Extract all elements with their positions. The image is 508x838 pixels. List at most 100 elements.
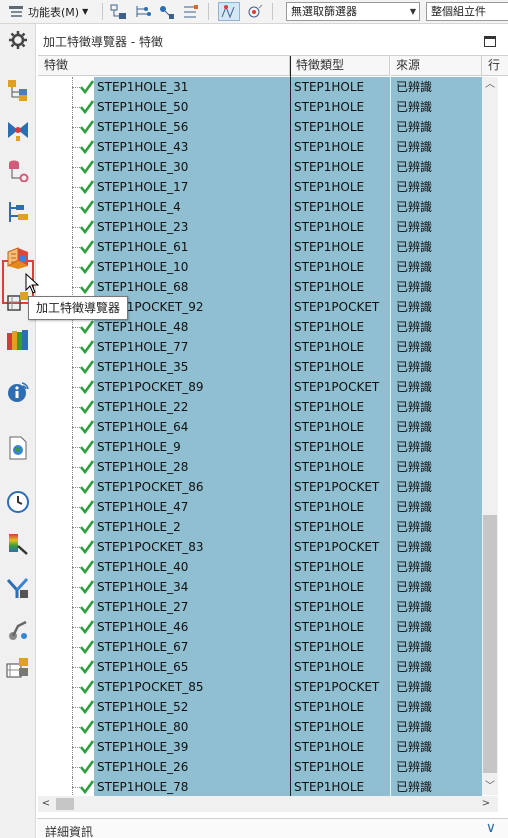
feature-name: STEP1HOLE_17 bbox=[97, 180, 189, 194]
vertical-scroll-thumb[interactable] bbox=[483, 515, 497, 773]
table-row[interactable]: STEP1HOLE_27 STEP1HOLE 已辨識 bbox=[38, 597, 482, 617]
maximize-icon[interactable] bbox=[484, 36, 496, 47]
table-row[interactable]: STEP1POCKET_85 STEP1POCKET 已辨識 bbox=[38, 677, 482, 697]
feature-type: STEP1HOLE bbox=[294, 220, 365, 234]
table-row[interactable]: STEP1HOLE_17 STEP1HOLE 已辨識 bbox=[38, 177, 482, 197]
selection-scope-select[interactable]: 整個組立件 bbox=[426, 2, 508, 21]
table-row[interactable]: STEP1HOLE_43 STEP1HOLE 已辨識 bbox=[38, 137, 482, 157]
table-row[interactable]: STEP1HOLE_61 STEP1HOLE 已辨識 bbox=[38, 237, 482, 257]
role-icon[interactable] bbox=[6, 328, 30, 352]
assembly-navigator-icon[interactable] bbox=[6, 78, 30, 102]
menu-icon[interactable] bbox=[4, 2, 28, 21]
feature-source: 已辨識 bbox=[396, 600, 433, 614]
table-row[interactable]: STEP1HOLE_30 STEP1HOLE 已辨識 bbox=[38, 157, 482, 177]
table-row[interactable]: STEP1HOLE_80 STEP1HOLE 已辨識 bbox=[38, 717, 482, 737]
table-row[interactable]: STEP1HOLE_2 STEP1HOLE 已辨識 bbox=[38, 517, 482, 537]
select-node-icon[interactable] bbox=[156, 2, 178, 21]
scroll-up-icon[interactable]: ︿ bbox=[482, 77, 498, 93]
table-row[interactable]: STEP1HOLE_34 STEP1HOLE 已辨識 bbox=[38, 577, 482, 597]
table-row[interactable]: STEP1POCKET_86 STEP1POCKET 已辨識 bbox=[38, 477, 482, 497]
table-row[interactable]: STEP1HOLE_64 STEP1HOLE 已辨識 bbox=[38, 417, 482, 437]
scroll-left-icon[interactable]: < bbox=[38, 796, 54, 812]
table-row[interactable]: STEP1POCKET_83 STEP1POCKET 已辨識 bbox=[38, 537, 482, 557]
palette-icon[interactable] bbox=[6, 532, 30, 556]
feature-name: STEP1HOLE_35 bbox=[97, 360, 189, 374]
chevron-down-icon[interactable]: ∨ bbox=[486, 820, 496, 836]
table-row[interactable]: STEP1HOLE_35 STEP1HOLE 已辨識 bbox=[38, 357, 482, 377]
select-tree-icon[interactable] bbox=[132, 2, 154, 21]
table-row[interactable]: STEP1HOLE_28 STEP1HOLE 已辨識 bbox=[38, 457, 482, 477]
reuse-library-icon[interactable] bbox=[6, 200, 30, 224]
column-divider bbox=[390, 56, 391, 796]
scroll-right-icon[interactable]: > bbox=[478, 796, 494, 812]
table-row[interactable]: STEP1HOLE_10 STEP1HOLE 已辨識 bbox=[38, 257, 482, 277]
constraint-navigator-icon[interactable] bbox=[6, 118, 30, 142]
feature-source: 已辨識 bbox=[396, 220, 433, 234]
select-component-icon[interactable] bbox=[108, 2, 130, 21]
table-row[interactable]: STEP1HOLE_50 STEP1HOLE 已辨識 bbox=[38, 97, 482, 117]
selection-filter-value: 無選取篩選器 bbox=[291, 5, 357, 18]
feature-source: 已辨識 bbox=[396, 500, 433, 514]
table-row[interactable]: STEP1POCKET_89 STEP1POCKET 已辨識 bbox=[38, 377, 482, 397]
check-icon bbox=[80, 140, 94, 155]
table-row[interactable]: STEP1HOLE_67 STEP1HOLE 已辨識 bbox=[38, 637, 482, 657]
part-family-icon[interactable] bbox=[6, 656, 30, 680]
check-icon bbox=[80, 440, 94, 455]
table-row[interactable]: STEP1HOLE_9 STEP1HOLE 已辨識 bbox=[38, 437, 482, 457]
table-row[interactable]: STEP1HOLE_78 STEP1HOLE 已辨識 bbox=[38, 777, 482, 797]
feature-type: STEP1HOLE bbox=[294, 500, 365, 514]
table-row[interactable]: STEP1HOLE_22 STEP1HOLE 已辨識 bbox=[38, 397, 482, 417]
feature-name: STEP1HOLE_22 bbox=[97, 400, 189, 414]
horizontal-scroll-thumb[interactable] bbox=[56, 798, 74, 810]
feature-name: STEP1HOLE_52 bbox=[97, 700, 189, 714]
selection-filter-select[interactable]: 無選取篩選器 ▼ bbox=[286, 2, 420, 21]
system-materials-icon[interactable] bbox=[6, 576, 30, 600]
function-menu-button[interactable]: 功能表(M) ▼ bbox=[28, 2, 98, 21]
table-row[interactable]: STEP1HOLE_56 STEP1HOLE 已辨識 bbox=[38, 117, 482, 137]
vertical-scrollbar[interactable]: ︿ ﹀ bbox=[482, 77, 498, 795]
check-icon bbox=[80, 660, 94, 675]
scroll-down-icon[interactable]: ﹀ bbox=[482, 779, 498, 795]
column-header-feature[interactable]: 特徵 bbox=[38, 56, 290, 76]
feature-name: STEP1HOLE_43 bbox=[97, 140, 189, 154]
feature-type: STEP1POCKET bbox=[294, 380, 380, 394]
part-navigator-icon[interactable] bbox=[6, 158, 30, 183]
table-row[interactable]: STEP1HOLE_31 STEP1HOLE 已辨識 bbox=[38, 77, 482, 97]
horizontal-scrollbar[interactable]: < > bbox=[38, 796, 498, 812]
snap-vertex-icon[interactable] bbox=[218, 2, 240, 21]
feature-source: 已辨識 bbox=[396, 620, 433, 634]
table-row[interactable]: STEP1HOLE_68 STEP1HOLE 已辨識 bbox=[38, 277, 482, 297]
table-row[interactable]: STEP1HOLE_48 STEP1HOLE 已辨識 bbox=[38, 317, 482, 337]
machining-feature-navigator-icon[interactable] bbox=[6, 246, 30, 270]
check-icon bbox=[80, 160, 94, 175]
table-row[interactable]: STEP1HOLE_52 STEP1HOLE 已辨識 bbox=[38, 697, 482, 717]
table-row[interactable]: STEP1HOLE_40 STEP1HOLE 已辨識 bbox=[38, 557, 482, 577]
details-bar[interactable]: 詳細資訊 ∨ bbox=[37, 818, 508, 838]
table-row[interactable]: STEP1HOLE_46 STEP1HOLE 已辨識 bbox=[38, 617, 482, 637]
column-header-truncated[interactable]: 行 bbox=[482, 56, 508, 76]
process-studio-icon[interactable] bbox=[6, 618, 30, 642]
feature-name: STEP1POCKET_89 bbox=[97, 380, 204, 394]
table-row[interactable]: STEP1HOLE_4 STEP1HOLE 已辨識 bbox=[38, 197, 482, 217]
top-toolbar: 功能表(M) ▼ 無選取篩選器 ▼ 整個組立件 bbox=[0, 0, 508, 24]
table-row[interactable]: STEP1HOLE_23 STEP1HOLE 已辨識 bbox=[38, 217, 482, 237]
column-header-feature-type[interactable]: 特徵類型 bbox=[290, 56, 390, 76]
feature-source: 已辨識 bbox=[396, 300, 433, 314]
info-icon[interactable] bbox=[6, 380, 30, 404]
feature-type: STEP1POCKET bbox=[294, 480, 380, 494]
column-header-source[interactable]: 來源 bbox=[390, 56, 482, 76]
check-icon bbox=[80, 460, 94, 475]
select-list-icon[interactable] bbox=[180, 2, 202, 21]
web-browser-icon[interactable] bbox=[6, 436, 30, 460]
feature-type: STEP1POCKET bbox=[294, 680, 380, 694]
gear-icon[interactable] bbox=[6, 28, 30, 52]
history-icon[interactable] bbox=[6, 490, 30, 514]
table-row[interactable]: STEP1HOLE_47 STEP1HOLE 已辨識 bbox=[38, 497, 482, 517]
snap-point-icon[interactable] bbox=[244, 2, 266, 21]
table-row[interactable]: STEP1HOLE_77 STEP1HOLE 已辨識 bbox=[38, 337, 482, 357]
table-row[interactable]: STEP1HOLE_65 STEP1HOLE 已辨識 bbox=[38, 657, 482, 677]
feature-source: 已辨識 bbox=[396, 260, 433, 274]
table-row[interactable]: STEP1HOLE_26 STEP1HOLE 已辨識 bbox=[38, 757, 482, 777]
table-row[interactable]: STEP1HOLE_39 STEP1HOLE 已辨識 bbox=[38, 737, 482, 757]
feature-name: STEP1POCKET_86 bbox=[97, 480, 204, 494]
